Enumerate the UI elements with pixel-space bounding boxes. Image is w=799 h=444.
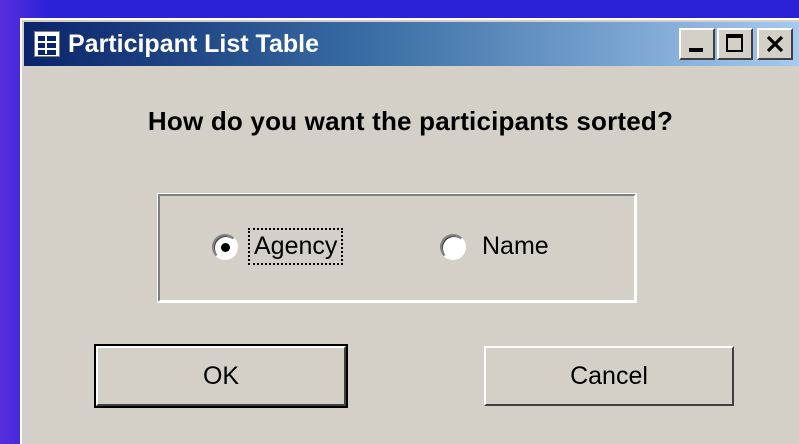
radio-agency-label[interactable]: Agency (247, 228, 344, 265)
ok-button[interactable]: OK (94, 344, 348, 408)
close-icon (766, 35, 784, 53)
radio-name-button[interactable] (440, 233, 466, 260)
minimize-button[interactable] (679, 28, 715, 60)
window-controls (677, 28, 793, 60)
radio-agency[interactable]: Agency (212, 228, 344, 265)
window-title: Participant List Table (68, 29, 319, 58)
close-button[interactable] (757, 28, 793, 60)
maximize-button[interactable] (717, 28, 753, 60)
form-icon[interactable] (34, 31, 60, 57)
sort-option-group: Agency Name (157, 193, 637, 303)
radio-agency-button[interactable] (212, 233, 238, 260)
sort-prompt: How do you want the participants sorted? (147, 106, 674, 136)
title-bar[interactable]: Participant List Table (24, 22, 799, 66)
cancel-button[interactable]: Cancel (484, 346, 734, 406)
radio-name-label[interactable]: Name (482, 232, 549, 261)
dialog-window: Participant List Table How do you want t… (20, 18, 799, 444)
radio-name[interactable]: Name (440, 232, 549, 261)
